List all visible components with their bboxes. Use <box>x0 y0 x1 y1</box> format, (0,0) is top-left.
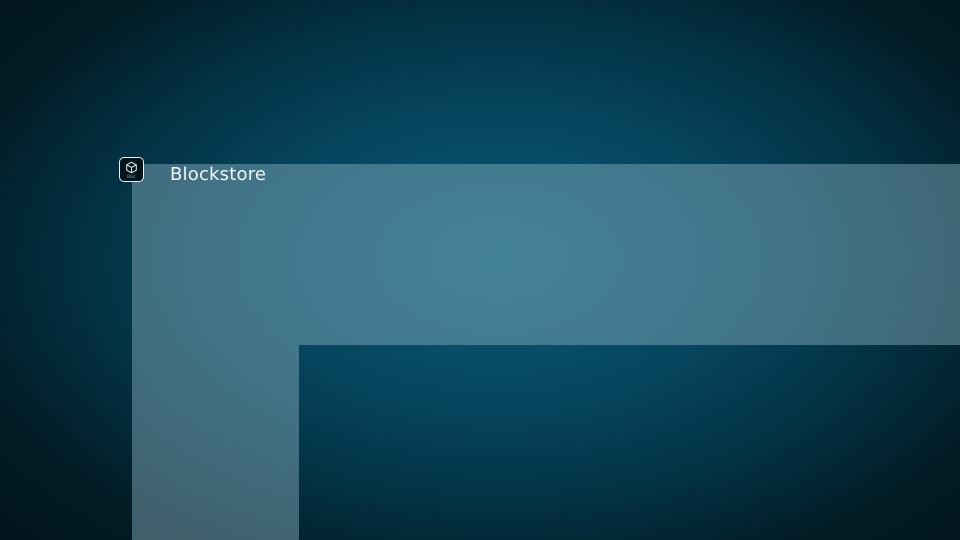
app-tile-caption: Bloc <box>127 174 136 179</box>
selection-highlight-column <box>132 345 299 540</box>
cube-icon <box>126 161 137 174</box>
app-title: Blockstore <box>170 164 267 185</box>
blockstore-app-tile[interactable]: Bloc <box>119 157 144 182</box>
selection-highlight-band <box>132 164 960 345</box>
